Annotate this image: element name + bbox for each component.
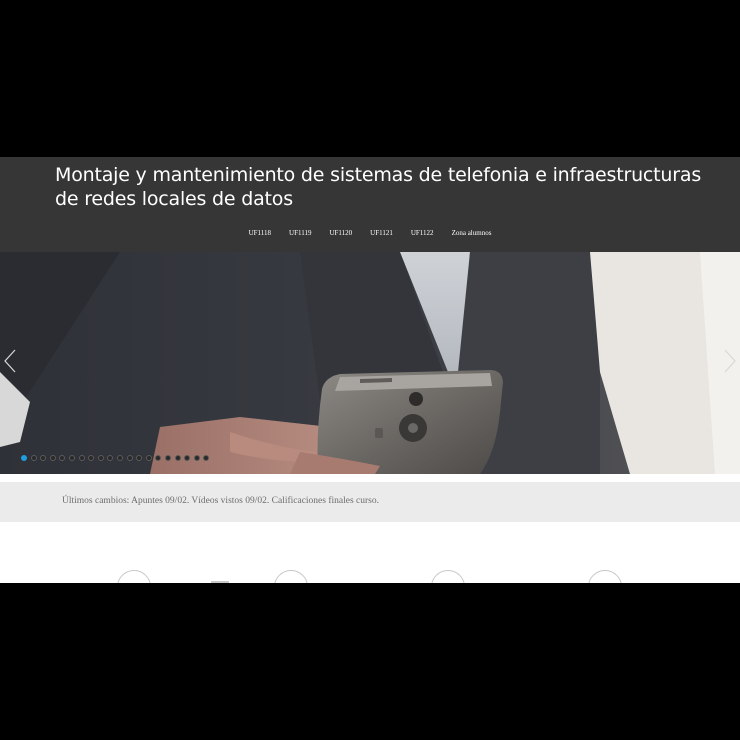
slider-dot[interactable] (126, 455, 133, 461)
slider-dot[interactable] (88, 455, 95, 461)
slide-image-hand-holding-phone (0, 252, 740, 474)
slider-pagination (21, 455, 210, 461)
slider-dot[interactable] (97, 455, 104, 461)
slider-dot[interactable] (49, 455, 56, 461)
slider-dot[interactable] (193, 455, 200, 461)
nav-item-uf1122[interactable]: UF1122 (402, 226, 443, 240)
circle-icon (117, 570, 151, 583)
site-header: Montaje y mantenimiento de sistemas de t… (0, 157, 740, 252)
slider-dot[interactable] (21, 455, 27, 461)
web-page: Montaje y mantenimiento de sistemas de t… (0, 157, 740, 583)
nav-item-uf1121[interactable]: UF1121 (361, 226, 402, 240)
dash-icon (211, 581, 229, 583)
circle-icon (431, 570, 465, 583)
slider-dot[interactable] (40, 455, 47, 461)
nav-item-zona-alumnos[interactable]: Zona alumnos (443, 226, 501, 240)
slider-dot[interactable] (155, 455, 162, 461)
site-title: Montaje y mantenimiento de sistemas de t… (55, 164, 702, 210)
slider-dot[interactable] (78, 455, 85, 461)
nav-item-uf1120[interactable]: UF1120 (320, 226, 361, 240)
updates-text: Últimos cambios: Apuntes 09/02. Vídeos v… (62, 496, 379, 506)
slider-dot[interactable] (164, 455, 171, 461)
image-slider (0, 252, 740, 474)
slider-dot[interactable] (107, 455, 114, 461)
slider-dot[interactable] (116, 455, 123, 461)
nav-item-uf1119[interactable]: UF1119 (280, 226, 320, 240)
nav-item-uf1118[interactable]: UF1118 (240, 226, 280, 240)
slider-dot[interactable] (184, 455, 191, 461)
slider-dot[interactable] (174, 455, 181, 461)
slider-dot[interactable] (68, 455, 75, 461)
chevron-right-icon[interactable] (723, 348, 737, 374)
slider-dot[interactable] (136, 455, 143, 461)
slider-dot[interactable] (145, 455, 152, 461)
main-nav: UF1118 UF1119 UF1120 UF1121 UF1122 Zona … (0, 226, 740, 240)
feature-icons-row (0, 528, 740, 583)
slider-dot[interactable] (59, 455, 66, 461)
circle-icon (274, 570, 308, 583)
slider-dot[interactable] (30, 455, 37, 461)
updates-bar: Últimos cambios: Apuntes 09/02. Vídeos v… (0, 482, 740, 522)
chevron-left-icon[interactable] (3, 348, 17, 374)
slider-dot[interactable] (203, 455, 210, 461)
circle-icon (588, 570, 622, 583)
